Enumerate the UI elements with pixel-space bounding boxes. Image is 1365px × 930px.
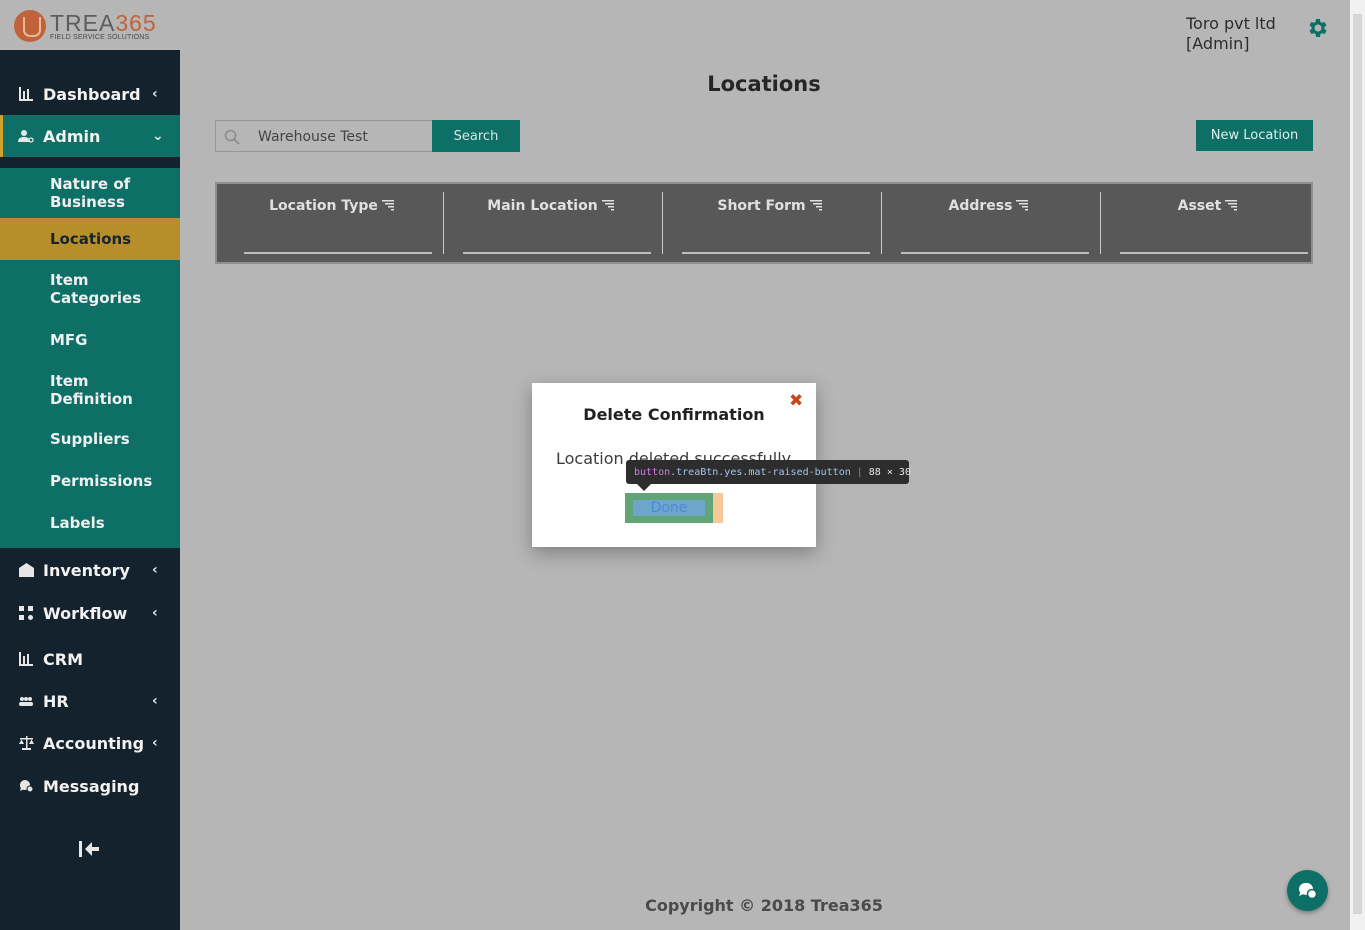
page-title: Locations: [707, 72, 821, 96]
column-header-asset[interactable]: Asset: [1098, 192, 1317, 256]
search-icon: [224, 129, 240, 145]
user-role: [Admin]: [1186, 34, 1250, 53]
search-button[interactable]: Search: [432, 120, 520, 152]
sidebar-item-workflow[interactable]: Workflow ‹: [0, 592, 180, 634]
admin-user-icon: [18, 128, 34, 144]
top-bar: TREA365 FIELD SERVICE SOLUTIONS Toro pvt…: [0, 0, 1350, 53]
sidebar-item-mfg[interactable]: MFG: [0, 318, 180, 362]
chevron-left-icon: ‹: [152, 605, 158, 621]
sidebar-item-label: Dashboard: [43, 84, 141, 104]
sidebar: Dashboard ‹ Admin ⌄ Nature of Business L…: [0, 50, 180, 930]
devtools-size: 88 × 30: [868, 466, 911, 478]
sidebar-item-label: Accounting: [43, 733, 145, 753]
chat-button[interactable]: [1287, 870, 1328, 911]
sidebar-subitem-label: Item Categories: [50, 271, 142, 307]
footer-copyright: Copyright © 2018 Trea365: [645, 896, 883, 915]
search-input[interactable]: [258, 127, 428, 147]
chevron-left-icon: ‹: [152, 562, 158, 578]
done-button[interactable]: Done: [625, 493, 713, 523]
filter-icon[interactable]: [809, 199, 822, 211]
devtools-margin-highlight: [713, 493, 723, 523]
new-location-button[interactable]: New Location: [1196, 120, 1313, 151]
dialog-title: Delete Confirmation: [583, 405, 765, 424]
sidebar-item-label: Inventory: [43, 560, 130, 580]
devtools-classes: .treaBtn.yes.mat-raised-button: [670, 466, 851, 478]
gear-icon[interactable]: [1305, 16, 1329, 40]
sidebar-item-item-definition[interactable]: Item Definition: [0, 362, 180, 418]
sidebar-item-nature-of-business[interactable]: Nature of Business: [0, 168, 180, 218]
column-filter-input[interactable]: [682, 252, 870, 254]
done-label: Done: [650, 500, 688, 516]
scales-icon: [18, 735, 34, 751]
devtools-tag: button: [634, 466, 671, 478]
column-header-label: Short Form: [717, 198, 806, 214]
sidebar-item-label: HR: [43, 691, 69, 711]
sidebar-subitem-label: Nature of Business: [50, 175, 131, 211]
warehouse-icon: [18, 562, 34, 578]
sidebar-item-admin[interactable]: Admin ⌄: [0, 115, 180, 157]
sidebar-item-label: Workflow: [43, 603, 128, 623]
logo-subtitle: FIELD SERVICE SOLUTIONS: [50, 33, 150, 41]
filter-icon[interactable]: [601, 199, 614, 211]
company-name: Toro pvt ltd: [1186, 14, 1276, 33]
chevron-left-icon: ‹: [152, 735, 158, 751]
sidebar-subitem-label: Suppliers: [50, 430, 130, 448]
logo-mark-icon: [14, 10, 46, 42]
devtools-tooltip: button .treaBtn.yes.mat-raised-button | 88 …: [626, 460, 911, 484]
chat-icon: [18, 778, 34, 794]
sidebar-subitem-label: MFG: [50, 331, 88, 349]
sidebar-item-label: CRM: [43, 649, 83, 669]
scrollbar-thumb[interactable]: [1353, 14, 1362, 914]
filter-icon[interactable]: [381, 199, 394, 211]
bar-chart-icon: [18, 86, 34, 102]
column-header-location-type[interactable]: Location Type: [222, 192, 441, 256]
sidebar-subitem-label: Permissions: [50, 472, 153, 490]
column-header-label: Asset: [1177, 198, 1222, 214]
sidebar-item-labels[interactable]: Labels: [0, 502, 180, 544]
column-filter-input[interactable]: [463, 252, 651, 254]
column-header-address[interactable]: Address: [879, 192, 1098, 256]
devtools-tooltip-arrow: [637, 484, 651, 491]
bar-chart-icon: [18, 651, 34, 667]
sidebar-subitem-label: Labels: [50, 514, 105, 532]
sidebar-item-inventory[interactable]: Inventory ‹: [0, 549, 180, 591]
sidebar-item-label: Admin: [43, 126, 101, 146]
sidebar-subitem-label: Item Definition: [50, 372, 133, 408]
filter-icon[interactable]: [1016, 199, 1029, 211]
column-filter-input[interactable]: [244, 252, 432, 254]
people-icon: [18, 693, 34, 709]
sidebar-item-suppliers[interactable]: Suppliers: [0, 418, 180, 460]
filter-icon[interactable]: [1225, 199, 1238, 211]
logo-name: TREA365: [50, 9, 157, 36]
column-header-label: Address: [948, 198, 1013, 214]
logo[interactable]: TREA365 FIELD SERVICE SOLUTIONS: [14, 8, 174, 44]
column-header-label: Main Location: [487, 198, 598, 214]
column-header-short-form[interactable]: Short Form: [660, 192, 879, 256]
sidebar-item-dashboard[interactable]: Dashboard ‹: [0, 73, 180, 115]
sidebar-item-hr[interactable]: HR ‹: [0, 680, 180, 722]
workflow-icon: [18, 605, 34, 621]
column-filter-input[interactable]: [1120, 252, 1308, 254]
scrollbar[interactable]: [1350, 0, 1365, 930]
chevron-down-icon: ⌄: [152, 128, 164, 144]
sidebar-item-crm[interactable]: CRM: [0, 638, 180, 680]
locations-table: Location Type Main Location Short Form A…: [215, 182, 1313, 264]
column-header-main-location[interactable]: Main Location: [441, 192, 660, 256]
user-info: Toro pvt ltd [Admin]: [1186, 14, 1276, 54]
sidebar-subitem-label: Locations: [50, 230, 132, 248]
sidebar-item-accounting[interactable]: Accounting ‹: [0, 722, 180, 764]
column-filter-input[interactable]: [901, 252, 1089, 254]
chevron-left-icon: ‹: [152, 693, 158, 709]
chat-icon: [1298, 882, 1318, 900]
sidebar-item-locations[interactable]: Locations: [0, 218, 180, 260]
chevron-left-icon: ‹: [152, 86, 158, 102]
sidebar-item-label: Messaging: [43, 776, 140, 796]
sidebar-item-item-categories[interactable]: Item Categories: [0, 260, 180, 318]
sidebar-item-messaging[interactable]: Messaging: [0, 765, 180, 807]
admin-submenu: Nature of Business Locations Item Catego…: [0, 168, 180, 548]
collapse-sidebar-icon[interactable]: [78, 839, 102, 859]
search-box: [215, 120, 433, 152]
sidebar-item-permissions[interactable]: Permissions: [0, 460, 180, 502]
column-header-label: Location Type: [269, 198, 378, 214]
